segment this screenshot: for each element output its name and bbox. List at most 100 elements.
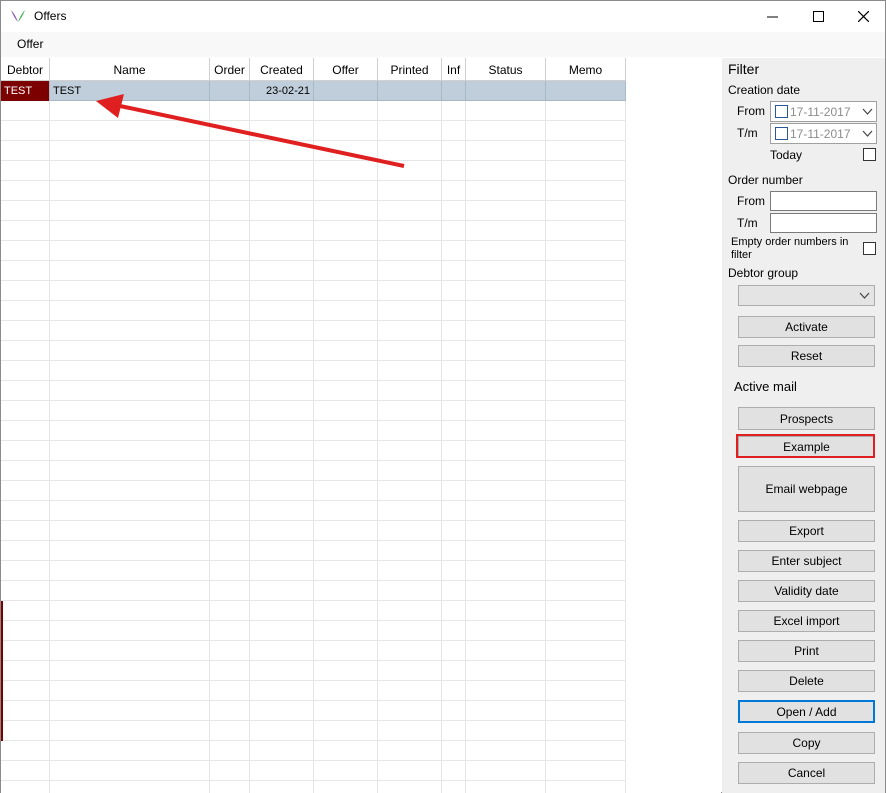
empty-cell — [210, 521, 250, 541]
empty-row — [1, 441, 626, 461]
empty-cell — [210, 461, 250, 481]
empty-cell — [210, 581, 250, 601]
empty-cell — [546, 781, 626, 793]
column-header-memo[interactable]: Memo — [546, 58, 626, 81]
maximize-button[interactable] — [795, 1, 841, 32]
empty-order-checkbox[interactable] — [863, 242, 876, 255]
empty-cell — [466, 141, 546, 161]
empty-cell — [546, 301, 626, 321]
today-label: Today — [770, 148, 803, 162]
empty-cell — [466, 561, 546, 581]
menu-offer[interactable]: Offer — [17, 37, 43, 51]
empty-cell — [442, 321, 466, 341]
export-button[interactable]: Export — [738, 520, 875, 542]
empty-cell — [314, 661, 378, 681]
empty-cell — [546, 421, 626, 441]
column-header-order[interactable]: Order — [210, 58, 250, 81]
cell-status[interactable] — [466, 81, 546, 101]
empty-cell — [50, 441, 210, 461]
cell-inf[interactable] — [442, 81, 466, 101]
empty-cell — [314, 461, 378, 481]
open-add-button[interactable]: Open / Add — [738, 700, 875, 723]
empty-cell — [442, 181, 466, 201]
empty-cell — [1, 541, 50, 561]
empty-cell — [442, 541, 466, 561]
cell-order[interactable] — [210, 81, 250, 101]
empty-cell — [466, 341, 546, 361]
empty-cell — [250, 521, 314, 541]
email-webpage-button[interactable]: Email webpage — [738, 466, 875, 512]
cell-memo[interactable] — [546, 81, 626, 101]
empty-cell — [378, 361, 442, 381]
empty-cell — [50, 741, 210, 761]
empty-cell — [546, 161, 626, 181]
validity-date-button[interactable]: Validity date — [738, 580, 875, 602]
column-header-created[interactable]: Created — [250, 58, 314, 81]
empty-cell — [378, 601, 442, 621]
minimize-button[interactable] — [749, 1, 795, 32]
empty-cell — [1, 781, 50, 793]
empty-cell — [50, 261, 210, 281]
empty-cell — [378, 201, 442, 221]
from-date-value: 17-11-2017 — [790, 104, 851, 119]
column-header-name[interactable]: Name — [50, 58, 210, 81]
column-header-debtor[interactable]: Debtor — [1, 58, 50, 81]
offers-grid[interactable]: Debtor Name Order Created Offer Printed … — [1, 58, 721, 793]
empty-cell — [1, 741, 50, 761]
empty-cell — [378, 401, 442, 421]
empty-cell — [442, 121, 466, 141]
column-header-inf[interactable]: Inf — [442, 58, 466, 81]
empty-cell — [50, 121, 210, 141]
empty-cell — [442, 661, 466, 681]
delete-button[interactable]: Delete — [738, 670, 875, 692]
cell-printed[interactable] — [378, 81, 442, 101]
empty-cell — [1, 401, 50, 421]
cell-name[interactable]: TEST — [50, 81, 210, 101]
copy-button[interactable]: Copy — [738, 732, 875, 754]
chevron-down-icon — [859, 292, 870, 299]
from-date-picker[interactable]: 17-11-2017 — [770, 101, 877, 122]
excel-import-button[interactable]: Excel import — [738, 610, 875, 632]
order-tm-input[interactable] — [770, 213, 877, 233]
empty-cell — [210, 561, 250, 581]
empty-cell — [210, 501, 250, 521]
empty-cell — [442, 481, 466, 501]
empty-cell — [314, 481, 378, 501]
today-checkbox[interactable] — [863, 148, 876, 161]
column-header-status[interactable]: Status — [466, 58, 546, 81]
tm-date-checkbox[interactable] — [775, 127, 788, 140]
empty-cell — [210, 361, 250, 381]
order-from-input[interactable] — [770, 191, 877, 211]
empty-cell — [466, 221, 546, 241]
empty-cell — [50, 641, 210, 661]
cell-debtor[interactable]: TEST — [1, 81, 50, 101]
empty-cell — [314, 601, 378, 621]
empty-cell — [314, 581, 378, 601]
empty-row — [1, 361, 626, 381]
empty-cell — [250, 541, 314, 561]
tm-date-picker[interactable]: 17-11-2017 — [770, 123, 877, 144]
cell-created[interactable]: 23-02-21 — [250, 81, 314, 101]
empty-cell — [210, 641, 250, 661]
empty-cell — [466, 241, 546, 261]
enter-subject-button[interactable]: Enter subject — [738, 550, 875, 572]
debtor-group-select[interactable] — [738, 285, 875, 306]
app-logo-icon — [11, 10, 25, 22]
empty-cell — [50, 601, 210, 621]
empty-cell — [546, 221, 626, 241]
print-button[interactable]: Print — [738, 640, 875, 662]
cancel-button[interactable]: Cancel — [738, 762, 875, 784]
cell-offer[interactable] — [314, 81, 378, 101]
column-header-offer[interactable]: Offer — [314, 58, 378, 81]
empty-cell — [50, 501, 210, 521]
empty-cell — [466, 381, 546, 401]
column-header-printed[interactable]: Printed — [378, 58, 442, 81]
empty-cell — [314, 301, 378, 321]
table-row[interactable]: TEST TEST 23-02-21 — [1, 81, 626, 101]
empty-cell — [314, 441, 378, 461]
prospects-button[interactable]: Prospects — [738, 407, 875, 430]
reset-button[interactable]: Reset — [738, 345, 875, 367]
activate-button[interactable]: Activate — [738, 316, 875, 338]
close-button[interactable] — [840, 1, 886, 32]
from-date-checkbox[interactable] — [775, 105, 788, 118]
